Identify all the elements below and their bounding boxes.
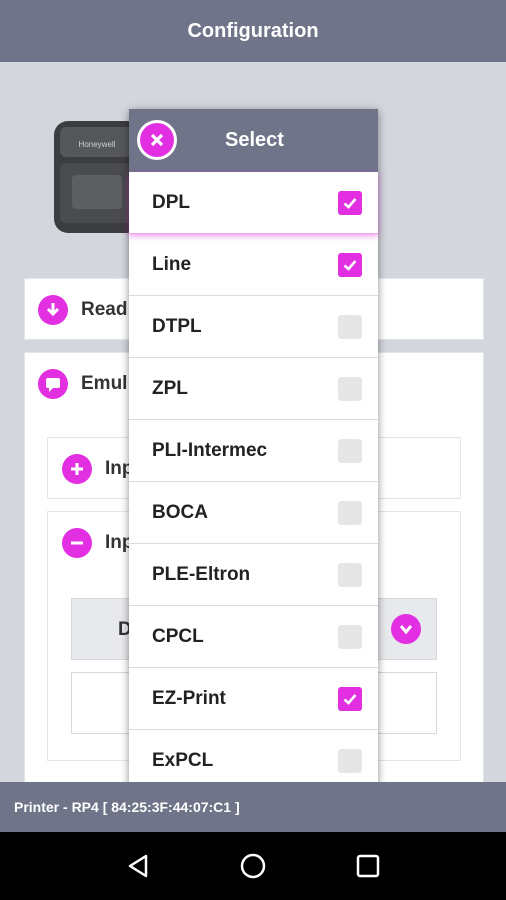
status-bar: Printer - RP4 [ 84:25:3F:44:07:C1 ] — [0, 782, 506, 832]
option-item[interactable]: DTPL — [129, 296, 378, 358]
printer-brand: Honeywell — [79, 140, 116, 149]
option-checkbox[interactable] — [338, 253, 362, 277]
option-checkbox[interactable] — [338, 439, 362, 463]
option-item[interactable]: DPL — [129, 172, 378, 234]
option-label: ZPL — [152, 377, 188, 399]
dialog-title: Select — [225, 129, 284, 151]
app-bar: Configuration — [0, 0, 506, 62]
option-label: DTPL — [152, 315, 202, 337]
printer-status: Printer - RP4 [ 84:25:3F:44:07:C1 ] — [14, 799, 240, 815]
option-checkbox[interactable] — [338, 315, 362, 339]
check-icon — [343, 260, 357, 271]
plus-icon — [62, 454, 92, 484]
emulation-label[interactable]: Emul — [81, 373, 127, 395]
option-item[interactable]: PLE-Eltron — [129, 544, 378, 606]
chevron-down-icon — [391, 614, 421, 644]
option-checkbox[interactable] — [338, 749, 362, 773]
select-dialog: Select DPL Line DTPL ZPL PLI-Intermec BOCA PLE… — [129, 109, 378, 792]
option-checkbox[interactable] — [338, 625, 362, 649]
minus-icon[interactable] — [62, 528, 92, 558]
read-label: Read — [81, 299, 128, 320]
chat-icon — [38, 369, 68, 399]
home-circle-icon[interactable] — [239, 852, 267, 880]
option-label: BOCA — [152, 501, 208, 523]
back-triangle-icon[interactable] — [124, 852, 152, 880]
option-list: DPL Line DTPL ZPL PLI-Intermec BOCA PLE-Eltron… — [129, 172, 378, 792]
option-label: Line — [152, 253, 192, 275]
option-item[interactable]: PLI-Intermec — [129, 420, 378, 482]
option-checkbox[interactable] — [338, 191, 362, 215]
option-item[interactable]: ZPL — [129, 358, 378, 420]
dialog-header: Select — [129, 109, 378, 172]
download-icon — [38, 295, 68, 325]
option-checkbox[interactable] — [338, 563, 362, 587]
option-checkbox[interactable] — [338, 501, 362, 525]
option-item[interactable]: EZ-Print — [129, 668, 378, 730]
page-title: Configuration — [187, 19, 319, 42]
close-button[interactable] — [137, 120, 177, 160]
navigation-bar — [0, 832, 506, 900]
option-label: ExPCL — [152, 749, 214, 771]
recents-square-icon[interactable] — [354, 852, 382, 880]
option-checkbox[interactable] — [338, 377, 362, 401]
option-item[interactable]: BOCA — [129, 482, 378, 544]
close-icon — [140, 123, 174, 157]
option-label: EZ-Print — [152, 687, 226, 709]
check-icon — [343, 198, 357, 209]
option-item[interactable]: CPCL — [129, 606, 378, 668]
option-label: CPCL — [152, 625, 204, 647]
option-label: PLE-Eltron — [152, 563, 251, 585]
check-icon — [343, 694, 357, 705]
option-label: PLI-Intermec — [152, 439, 268, 461]
option-item[interactable]: Line — [129, 234, 378, 296]
option-checkbox[interactable] — [338, 687, 362, 711]
option-label: DPL — [152, 191, 190, 213]
